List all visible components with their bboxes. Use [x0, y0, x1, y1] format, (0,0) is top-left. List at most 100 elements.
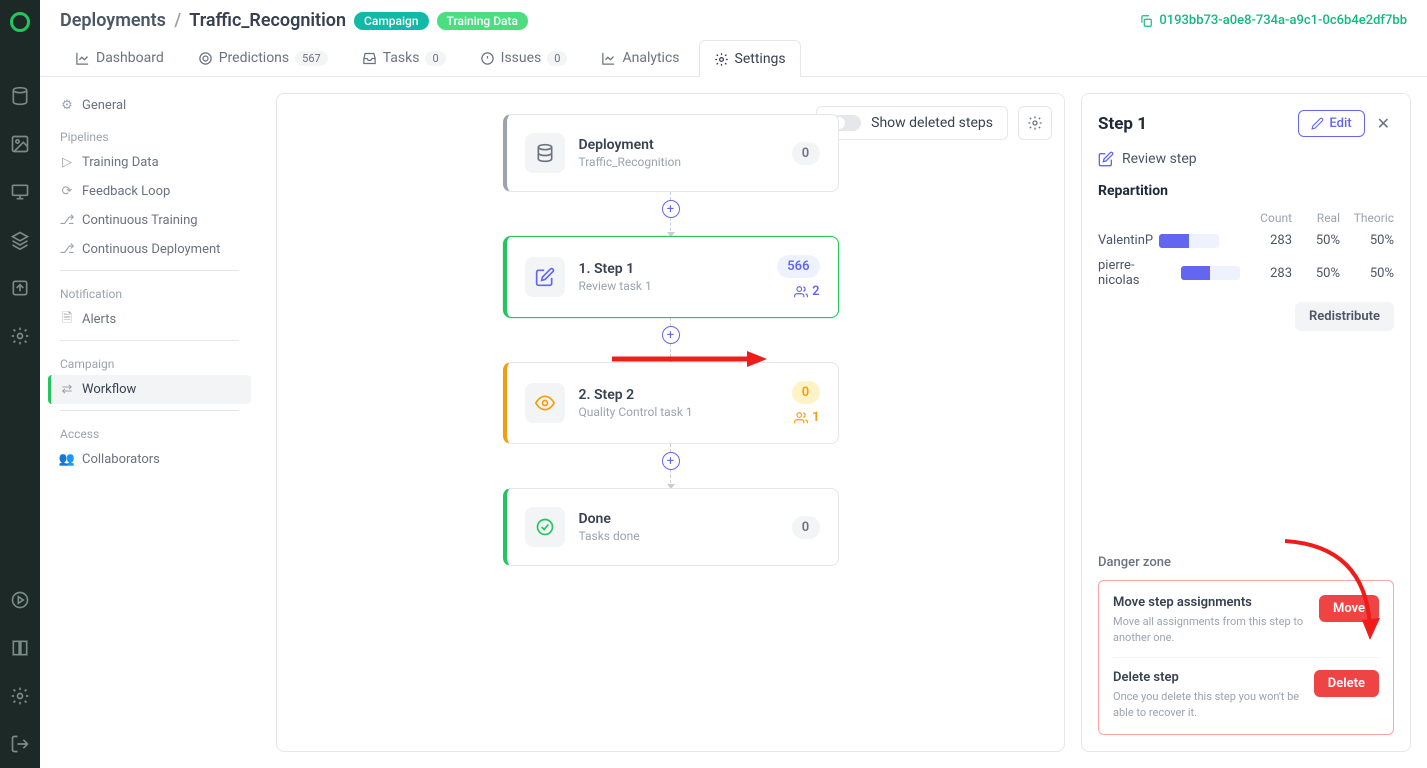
delete-description: Once you delete this step you won't be a…: [1113, 689, 1304, 720]
gear-icon: [1027, 115, 1043, 131]
sidebar-item-general[interactable]: ⚙General: [48, 91, 251, 120]
training-data-badge: Training Data: [437, 12, 528, 30]
step-details-panel: Step 1 Edit ✕ Review step Repartition Co…: [1081, 93, 1411, 752]
inbox-icon: [362, 51, 377, 66]
move-button[interactable]: Move: [1319, 595, 1379, 622]
card-title: Deployment: [579, 137, 778, 153]
gear-icon: [714, 52, 729, 67]
count-value: 283: [1240, 266, 1292, 281]
database-icon[interactable]: [10, 86, 30, 106]
user-name: ValentinP: [1098, 233, 1153, 248]
alert-icon: [480, 51, 495, 66]
progress-bar: [1159, 234, 1219, 248]
layers-icon[interactable]: [10, 230, 30, 250]
branch-icon: ⎇: [60, 214, 74, 228]
gear-icon[interactable]: [10, 326, 30, 346]
copy-icon: [1139, 14, 1153, 28]
workflow-card-step2[interactable]: 2. Step 2 Quality Control task 1 0 1: [503, 362, 839, 444]
tab-predictions[interactable]: Predictions567: [183, 39, 343, 76]
card-count: 0: [792, 516, 820, 539]
gear-icon: ⚙: [60, 99, 74, 113]
predictions-count: 567: [295, 51, 328, 66]
real-value: 50%: [1292, 233, 1340, 248]
danger-zone: Move step assignments Move all assignmen…: [1098, 580, 1394, 735]
users-icon: [794, 285, 808, 299]
sidebar-item-continuous-training[interactable]: ⎇Continuous Training: [48, 206, 251, 235]
user-name: pierre-nicolas: [1098, 258, 1175, 288]
add-step-button[interactable]: +: [662, 326, 680, 344]
settings-sidebar: ⚙General Pipelines ▷Training Data ⟳Feedb…: [40, 77, 260, 768]
assignee-count: 1: [794, 410, 819, 425]
book-icon[interactable]: [10, 638, 30, 658]
tab-issues[interactable]: Issues0: [465, 39, 583, 76]
deploy-icon[interactable]: [10, 278, 30, 298]
theoric-value: 50%: [1340, 266, 1394, 281]
file-icon: 🗎: [60, 313, 74, 327]
page-header: Deployments / Traffic_Recognition Campai…: [40, 0, 1427, 77]
analytics-icon: [601, 51, 616, 66]
theoric-value: 50%: [1340, 233, 1394, 248]
sidebar-item-workflow[interactable]: ⇄Workflow: [48, 375, 251, 404]
repartition-header: Count Real Theoric: [1098, 211, 1394, 225]
sidebar-item-alerts[interactable]: 🗎Alerts: [48, 305, 251, 334]
tab-analytics[interactable]: Analytics: [586, 39, 694, 76]
count-value: 283: [1240, 233, 1292, 248]
logout-icon[interactable]: [10, 734, 30, 754]
sidebar-section-access: Access: [48, 417, 251, 445]
sidebar-section-notification: Notification: [48, 277, 251, 305]
breadcrumb-root[interactable]: Deployments: [60, 10, 166, 31]
users-icon: 👥: [60, 453, 74, 467]
play-icon[interactable]: [10, 590, 30, 610]
deployment-id[interactable]: 0193bb73-a0e8-734a-a9c1-0c6b4e2df7bb: [1139, 13, 1407, 28]
show-deleted-label: Show deleted steps: [871, 115, 993, 131]
pencil-icon: [1311, 117, 1324, 130]
panel-title: Step 1: [1098, 114, 1290, 134]
nav-rail: [0, 0, 40, 768]
campaign-badge: Campaign: [354, 12, 429, 30]
assignee-count: 2: [794, 284, 819, 299]
workflow-card-step1[interactable]: 1. Step 1 Review task 1 566 2: [503, 236, 839, 318]
move-description: Move all assignments from this step to a…: [1113, 614, 1309, 645]
issues-count: 0: [547, 51, 567, 66]
tasks-count: 0: [425, 51, 445, 66]
settings-icon[interactable]: [10, 686, 30, 706]
edit-icon: [525, 257, 565, 297]
sidebar-section-pipelines: Pipelines: [48, 120, 251, 148]
card-count: 0: [792, 142, 820, 165]
add-step-button[interactable]: +: [662, 452, 680, 470]
tab-settings[interactable]: Settings: [699, 40, 801, 77]
tab-dashboard[interactable]: Dashboard: [60, 39, 179, 76]
sidebar-item-feedback-loop[interactable]: ⟳Feedback Loop: [48, 177, 251, 206]
danger-zone-heading: Danger zone: [1098, 555, 1394, 570]
tab-tasks[interactable]: Tasks0: [347, 39, 461, 76]
show-deleted-toggle[interactable]: Show deleted steps: [816, 106, 1008, 140]
move-heading: Move step assignments: [1113, 595, 1309, 610]
workflow-icon: ⇄: [60, 383, 74, 397]
workflow-card-done[interactable]: Done Tasks done 0: [503, 488, 839, 566]
chart-line-icon: [75, 51, 90, 66]
edit-button[interactable]: Edit: [1298, 110, 1364, 137]
delete-button[interactable]: Delete: [1314, 670, 1379, 697]
target-icon: [198, 51, 213, 66]
add-step-button[interactable]: +: [662, 200, 680, 218]
users-icon: [794, 411, 808, 425]
breadcrumb-current: Traffic_Recognition: [189, 10, 346, 31]
workflow-card-deployment[interactable]: Deployment Traffic_Recognition 0: [503, 114, 839, 192]
sidebar-item-collaborators[interactable]: 👥Collaborators: [48, 445, 251, 474]
sidebar-item-training-data[interactable]: ▷Training Data: [48, 148, 251, 177]
play-icon: ▷: [60, 156, 74, 170]
connector: +: [670, 192, 671, 236]
tabs: Dashboard Predictions567 Tasks0 Issues0 …: [60, 39, 1407, 76]
sidebar-item-continuous-deployment[interactable]: ⎇Continuous Deployment: [48, 235, 251, 264]
connector: +: [670, 444, 671, 488]
image-icon[interactable]: [10, 134, 30, 154]
branch-icon: ⎇: [60, 243, 74, 257]
presentation-icon[interactable]: [10, 182, 30, 202]
close-button[interactable]: ✕: [1373, 110, 1394, 137]
canvas-settings-button[interactable]: [1018, 106, 1052, 140]
workflow-canvas: Show deleted steps Deployment Traffic_Re…: [276, 93, 1065, 752]
redistribute-button[interactable]: Redistribute: [1295, 302, 1394, 331]
sidebar-section-campaign: Campaign: [48, 347, 251, 375]
repartition-heading: Repartition: [1098, 183, 1394, 199]
app-logo[interactable]: [10, 12, 30, 32]
